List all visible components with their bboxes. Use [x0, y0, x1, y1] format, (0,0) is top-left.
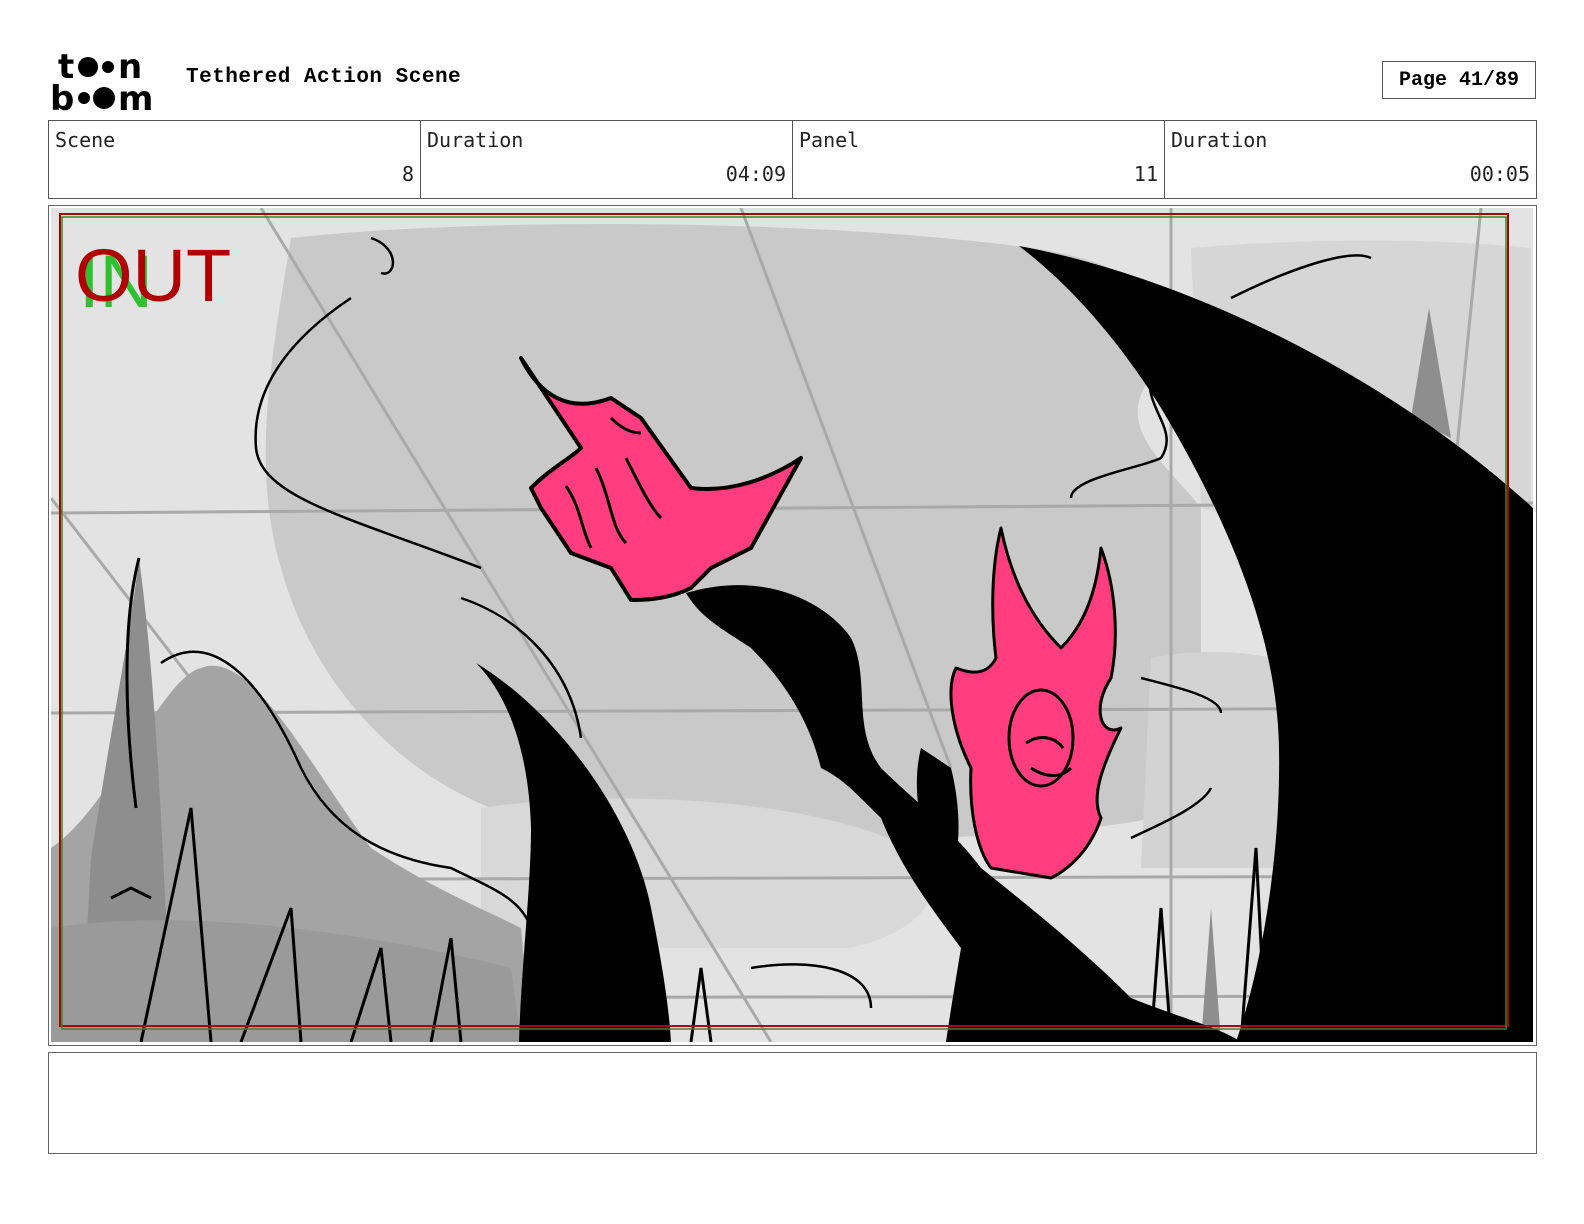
scene-value: 8	[401, 162, 414, 186]
panel-label: Panel	[799, 128, 860, 152]
panel-duration-value: 00:05	[1469, 162, 1530, 186]
toon-boom-logo: t n b m	[50, 50, 153, 114]
panel-duration-cell: Duration 00:05	[1165, 121, 1536, 198]
safe-area-guides	[59, 213, 1509, 1030]
scene-duration-value: 04:09	[725, 162, 786, 186]
storyboard-panel: IN OUT	[48, 205, 1537, 1046]
out-marker: OUT	[75, 234, 232, 317]
scene-info-table: Scene 8 Duration 04:09 Panel 11 Duration…	[48, 120, 1537, 199]
panel-duration-label: Duration	[1171, 128, 1268, 152]
panel-notes-box[interactable]	[48, 1052, 1537, 1154]
scene-duration-label: Duration	[427, 128, 524, 152]
scene-cell: Scene 8	[49, 121, 421, 198]
document-title: Tethered Action Scene	[186, 66, 462, 89]
in-out-marker: IN OUT	[75, 234, 245, 322]
svg-text:m: m	[118, 79, 153, 114]
panel-value: 11	[1133, 162, 1158, 186]
scene-label: Scene	[55, 128, 116, 152]
scene-duration-cell: Duration 04:09	[421, 121, 793, 198]
svg-text:b: b	[50, 79, 74, 114]
panel-cell: Panel 11	[793, 121, 1165, 198]
page-indicator: Page 41/89	[1382, 61, 1536, 99]
